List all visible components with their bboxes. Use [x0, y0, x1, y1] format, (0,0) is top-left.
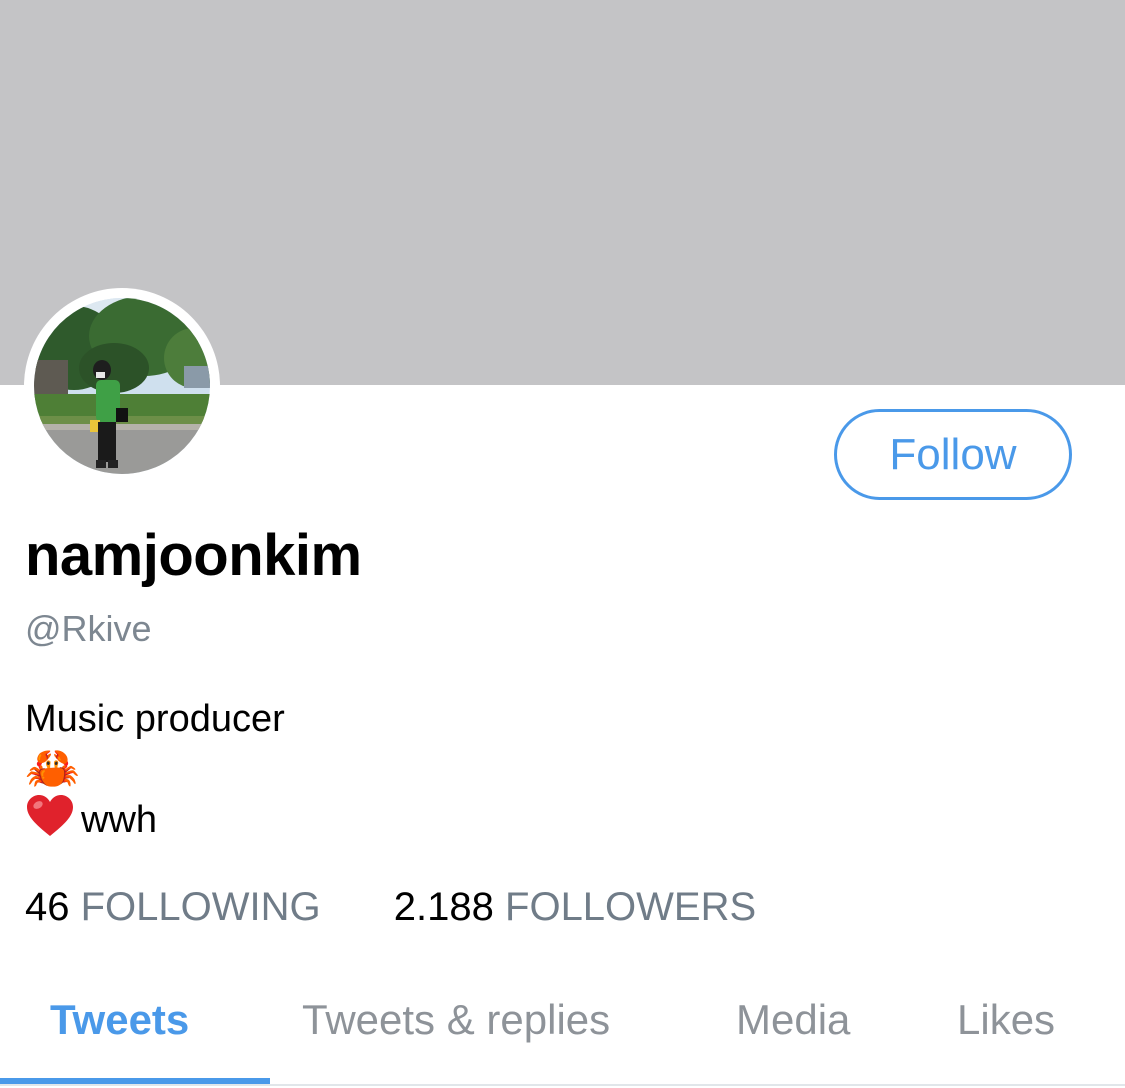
user-handle: @Rkive — [25, 608, 152, 649]
follow-button[interactable]: Follow — [834, 409, 1072, 500]
profile-bio: Music producer 🦀 wwh — [25, 694, 285, 844]
avatar[interactable] — [34, 298, 210, 474]
tab-likes[interactable]: Likes — [957, 992, 1055, 1048]
tab-media[interactable]: Media — [736, 992, 850, 1048]
crab-emoji-icon: 🦀 — [25, 744, 80, 793]
profile-stats: 46 FOLLOWING 2.188 FOLLOWERS — [25, 883, 756, 931]
profile-tabs: Tweets Tweets & replies Media Likes — [0, 960, 1125, 1088]
following-label: FOLLOWING — [80, 885, 321, 929]
bio-line-3-text: wwh — [81, 799, 158, 841]
tab-tweets-and-replies[interactable]: Tweets & replies — [302, 992, 610, 1048]
tab-tweets[interactable]: Tweets — [50, 992, 189, 1048]
bio-line-1: Music producer — [25, 698, 285, 740]
heart-emoji-icon — [25, 794, 75, 851]
bio-line-3: wwh — [25, 794, 285, 844]
display-name: namjoonkim — [25, 523, 362, 588]
following-stat[interactable]: 46 FOLLOWING — [25, 883, 321, 931]
avatar-ring — [24, 288, 220, 484]
followers-label: FOLLOWERS — [505, 885, 757, 929]
followers-stat[interactable]: 2.188 FOLLOWERS — [394, 883, 756, 931]
tabs-divider — [0, 1084, 1125, 1086]
following-count: 46 — [25, 885, 70, 929]
avatar-photo — [34, 298, 210, 474]
followers-count: 2.188 — [393, 885, 494, 929]
